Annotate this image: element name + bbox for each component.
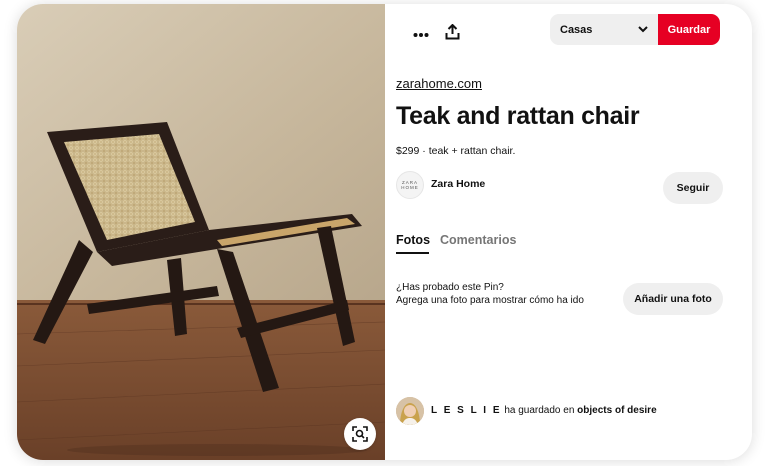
tried-question: ¿Has probado este Pin? <box>396 282 504 293</box>
more-horizontal-icon <box>413 25 429 43</box>
follow-button[interactable]: Seguir <box>663 172 723 204</box>
board-select[interactable]: Casas <box>550 14 658 45</box>
pin-title: Teak and rattan chair <box>396 102 640 130</box>
user-photo-icon <box>396 397 424 425</box>
save-button[interactable]: Guardar <box>658 14 720 45</box>
tab-comments[interactable]: Comentarios <box>440 233 516 247</box>
source-link[interactable]: zarahome.com <box>396 76 482 91</box>
saved-activity-text: ha guardado en <box>501 405 578 416</box>
creator-name[interactable]: Zara Home <box>431 178 485 190</box>
visual-search-button[interactable] <box>344 418 376 450</box>
creator-avatar-text: HOME <box>401 185 419 190</box>
chevron-down-icon <box>638 24 648 36</box>
saver-name[interactable]: L E S L I E <box>431 405 502 416</box>
visual-search-icon <box>352 426 368 442</box>
avatar[interactable] <box>396 397 424 425</box>
tab-photos[interactable]: Fotos <box>396 233 430 247</box>
tab-active-indicator <box>396 252 429 254</box>
saved-board-name[interactable]: objects of desire <box>577 405 656 416</box>
share-upload-icon <box>445 23 460 45</box>
add-photo-button[interactable]: Añadir una foto <box>623 283 723 315</box>
share-button[interactable] <box>442 23 462 45</box>
board-select-value: Casas <box>560 23 593 36</box>
chair-photo <box>17 4 385 460</box>
more-options-button[interactable] <box>410 24 432 44</box>
creator-avatar[interactable]: ZARA HOME <box>396 171 424 199</box>
pin-description: $299 · teak + rattan chair. <box>396 145 516 157</box>
pin-closeup-card <box>17 4 752 460</box>
saved-activity: L E S L I E ha guardado en objects of de… <box>431 405 657 416</box>
tried-prompt: Agrega una foto para mostrar cómo ha ido <box>396 295 584 306</box>
pin-image[interactable] <box>17 4 385 460</box>
